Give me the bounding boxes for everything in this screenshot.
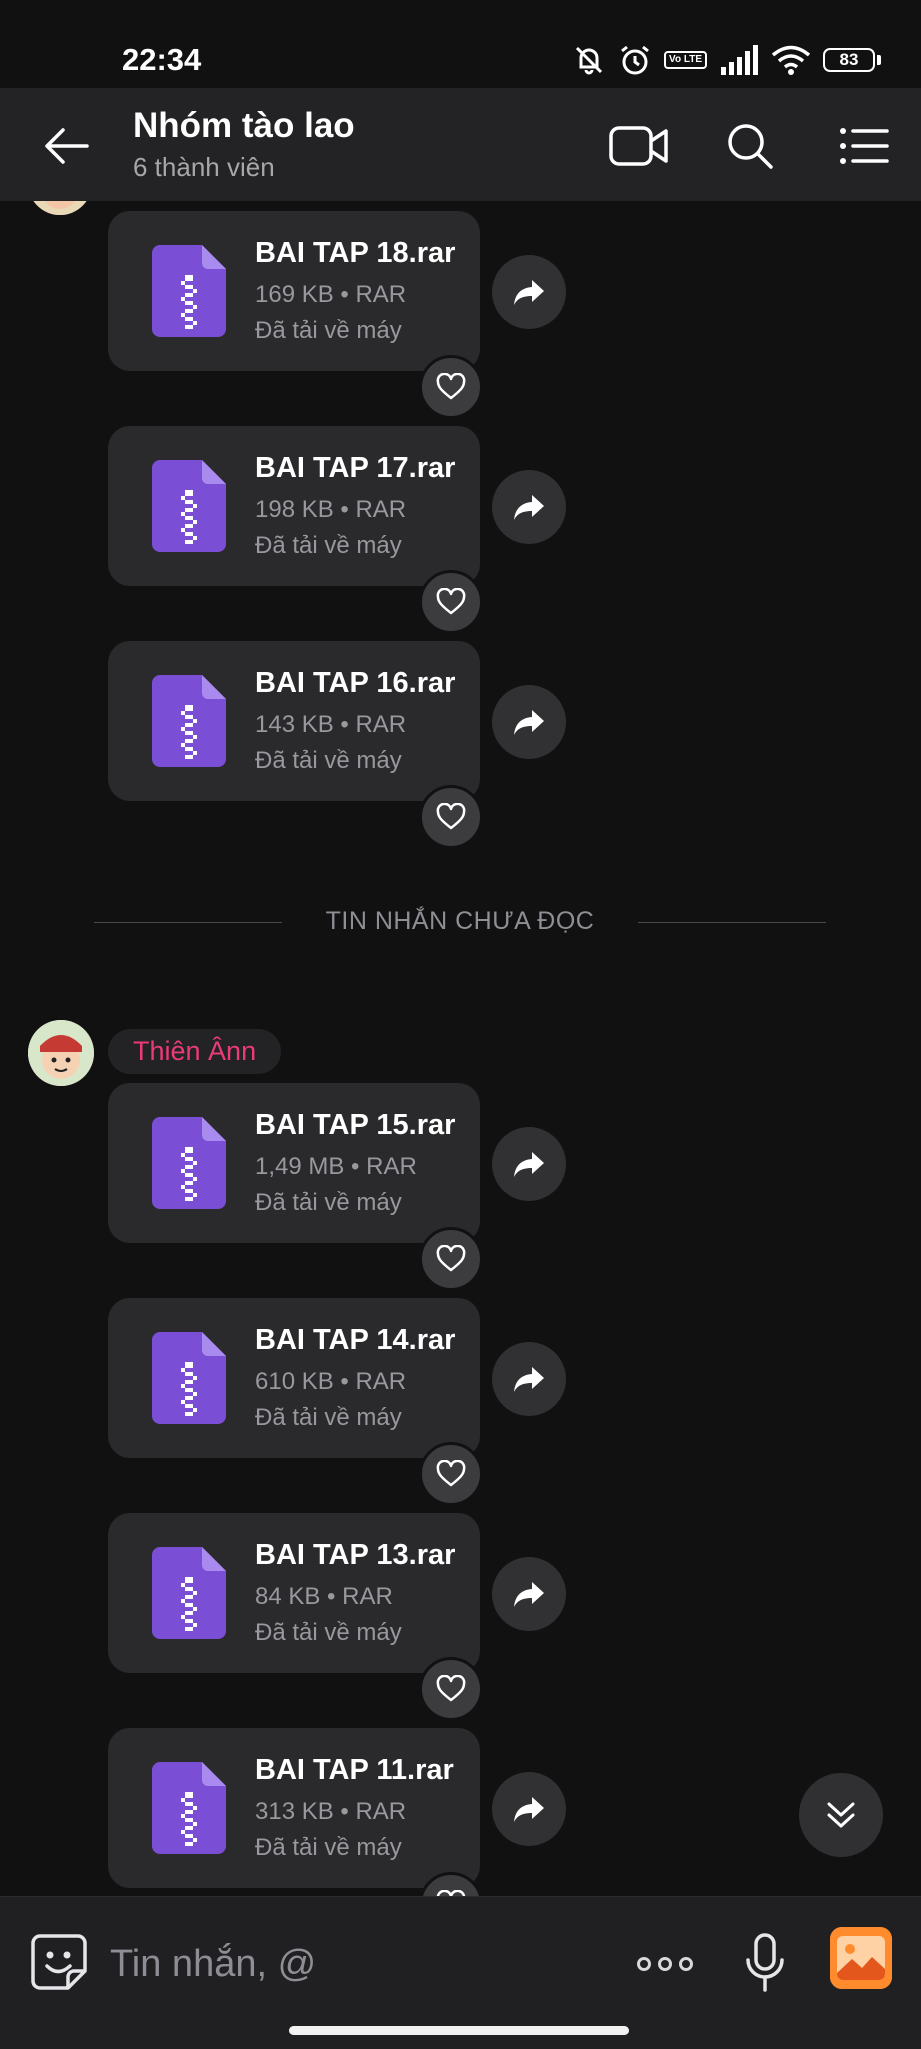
file-message[interactable]: BAI TAP 17.rar 198 KB • RAR Đã tải về má…: [108, 426, 480, 586]
forward-icon: [514, 710, 544, 735]
forward-button[interactable]: [492, 1557, 566, 1631]
file-message[interactable]: BAI TAP 13.rar 84 KB • RAR Đã tải về máy: [108, 1513, 480, 1673]
signal-icon: [721, 45, 758, 75]
zip-file-icon: [152, 1332, 226, 1424]
status-bar: 22:34 Vo LTE 83: [0, 0, 921, 88]
file-message[interactable]: BAI TAP 18.rar 169 KB • RAR Đã tải về má…: [108, 211, 480, 371]
alarm-icon: [621, 45, 649, 75]
file-name: BAI TAP 16.rar: [255, 667, 456, 699]
battery-indicator: 83: [823, 48, 881, 72]
like-button[interactable]: [419, 1227, 483, 1291]
file-status: Đã tải về máy: [255, 1189, 402, 1216]
zip-file-icon: [152, 460, 226, 552]
sender-name: Thiên Ânn: [133, 1036, 257, 1066]
file-message[interactable]: BAI TAP 11.rar 313 KB • RAR Đã tải về má…: [108, 1728, 480, 1888]
sender-avatar[interactable]: [28, 1020, 94, 1086]
volte-badge: Vo LTE: [664, 51, 707, 69]
forward-icon: [514, 1797, 544, 1822]
image-picker-button[interactable]: [830, 1927, 892, 1989]
video-call-button[interactable]: [601, 108, 677, 184]
zip-file-icon: [152, 1117, 226, 1209]
zip-file-icon: [152, 1762, 226, 1854]
forward-button[interactable]: [492, 1342, 566, 1416]
wifi-icon: [771, 45, 811, 75]
menu-button[interactable]: [826, 108, 902, 184]
file-message[interactable]: BAI TAP 16.rar 143 KB • RAR Đã tải về má…: [108, 641, 480, 801]
more-options-button[interactable]: [630, 1937, 700, 1991]
chat-header: Nhóm tào lao 6 thành viên: [0, 88, 921, 201]
zip-file-icon: [152, 1547, 226, 1639]
zip-file-icon: [152, 675, 226, 767]
heart-icon: [436, 588, 466, 615]
file-meta: 198 KB • RAR: [255, 496, 407, 523]
mute-bell-icon: [575, 46, 603, 75]
file-status: Đã tải về máy: [255, 747, 402, 774]
image-icon: [830, 1927, 892, 1989]
file-status: Đã tải về máy: [255, 1404, 402, 1431]
file-meta: 313 KB • RAR: [255, 1798, 407, 1825]
zip-file-icon: [152, 245, 226, 337]
sender-avatar-partial[interactable]: [28, 201, 92, 215]
status-time: 22:34: [122, 42, 202, 77]
battery-level: 83: [823, 48, 875, 72]
file-name: BAI TAP 11.rar: [255, 1754, 454, 1786]
search-button[interactable]: [712, 108, 788, 184]
like-button[interactable]: [419, 355, 483, 419]
sticker-icon: [31, 1934, 87, 1990]
video-call-icon: [609, 126, 668, 166]
sender-name-pill[interactable]: Thiên Ânn: [108, 1029, 282, 1074]
file-name: BAI TAP 14.rar: [255, 1324, 456, 1356]
more-icon: [637, 1957, 651, 1971]
like-button[interactable]: [419, 570, 483, 634]
back-arrow-icon: [45, 128, 89, 164]
file-name: BAI TAP 13.rar: [255, 1539, 456, 1571]
heart-icon: [436, 1460, 466, 1487]
scroll-to-bottom-button[interactable]: [799, 1773, 883, 1857]
file-meta: 84 KB • RAR: [255, 1583, 393, 1610]
member-count[interactable]: 6 thành viên: [133, 152, 275, 183]
file-status: Đã tải về máy: [255, 532, 402, 559]
file-message[interactable]: BAI TAP 15.rar 1,49 MB • RAR Đã tải về m…: [108, 1083, 480, 1243]
forward-icon: [514, 1152, 544, 1177]
forward-icon: [514, 495, 544, 520]
forward-button[interactable]: [492, 1772, 566, 1846]
forward-button[interactable]: [492, 470, 566, 544]
like-button[interactable]: [419, 1442, 483, 1506]
search-icon: [728, 124, 773, 169]
file-meta: 143 KB • RAR: [255, 711, 407, 738]
file-name: BAI TAP 15.rar: [255, 1109, 456, 1141]
forward-button[interactable]: [492, 255, 566, 329]
forward-button[interactable]: [492, 1127, 566, 1201]
heart-icon: [436, 1245, 466, 1272]
forward-icon: [514, 280, 544, 305]
file-message[interactable]: BAI TAP 14.rar 610 KB • RAR Đã tải về má…: [108, 1298, 480, 1458]
forward-button[interactable]: [492, 685, 566, 759]
home-indicator[interactable]: [289, 2026, 629, 2035]
voice-message-button[interactable]: [733, 1927, 797, 1999]
status-icons: Vo LTE 83: [572, 40, 881, 80]
like-button[interactable]: [419, 785, 483, 849]
file-status: Đã tải về máy: [255, 317, 402, 344]
file-status: Đã tải về máy: [255, 1834, 402, 1861]
file-name: BAI TAP 18.rar: [255, 237, 456, 269]
scroll-down-icon: [827, 1802, 855, 1828]
heart-icon: [436, 373, 466, 400]
microphone-icon: [746, 1933, 784, 1992]
sticker-button[interactable]: [26, 1929, 92, 1995]
menu-list-icon: [840, 128, 889, 164]
file-meta: 169 KB • RAR: [255, 281, 407, 308]
back-button[interactable]: [28, 108, 104, 184]
file-name: BAI TAP 17.rar: [255, 452, 456, 484]
heart-icon: [436, 803, 466, 830]
file-meta: 610 KB • RAR: [255, 1368, 407, 1395]
forward-icon: [514, 1367, 544, 1392]
like-button[interactable]: [419, 1657, 483, 1721]
file-status: Đã tải về máy: [255, 1619, 402, 1646]
message-list[interactable]: BAI TAP 18.rar 169 KB • RAR Đã tải về má…: [0, 201, 921, 1896]
file-meta: 1,49 MB • RAR: [255, 1153, 417, 1180]
group-name[interactable]: Nhóm tào lao: [133, 106, 355, 146]
forward-icon: [514, 1582, 544, 1607]
message-input[interactable]: [108, 1933, 612, 1995]
heart-icon: [436, 1675, 466, 1702]
